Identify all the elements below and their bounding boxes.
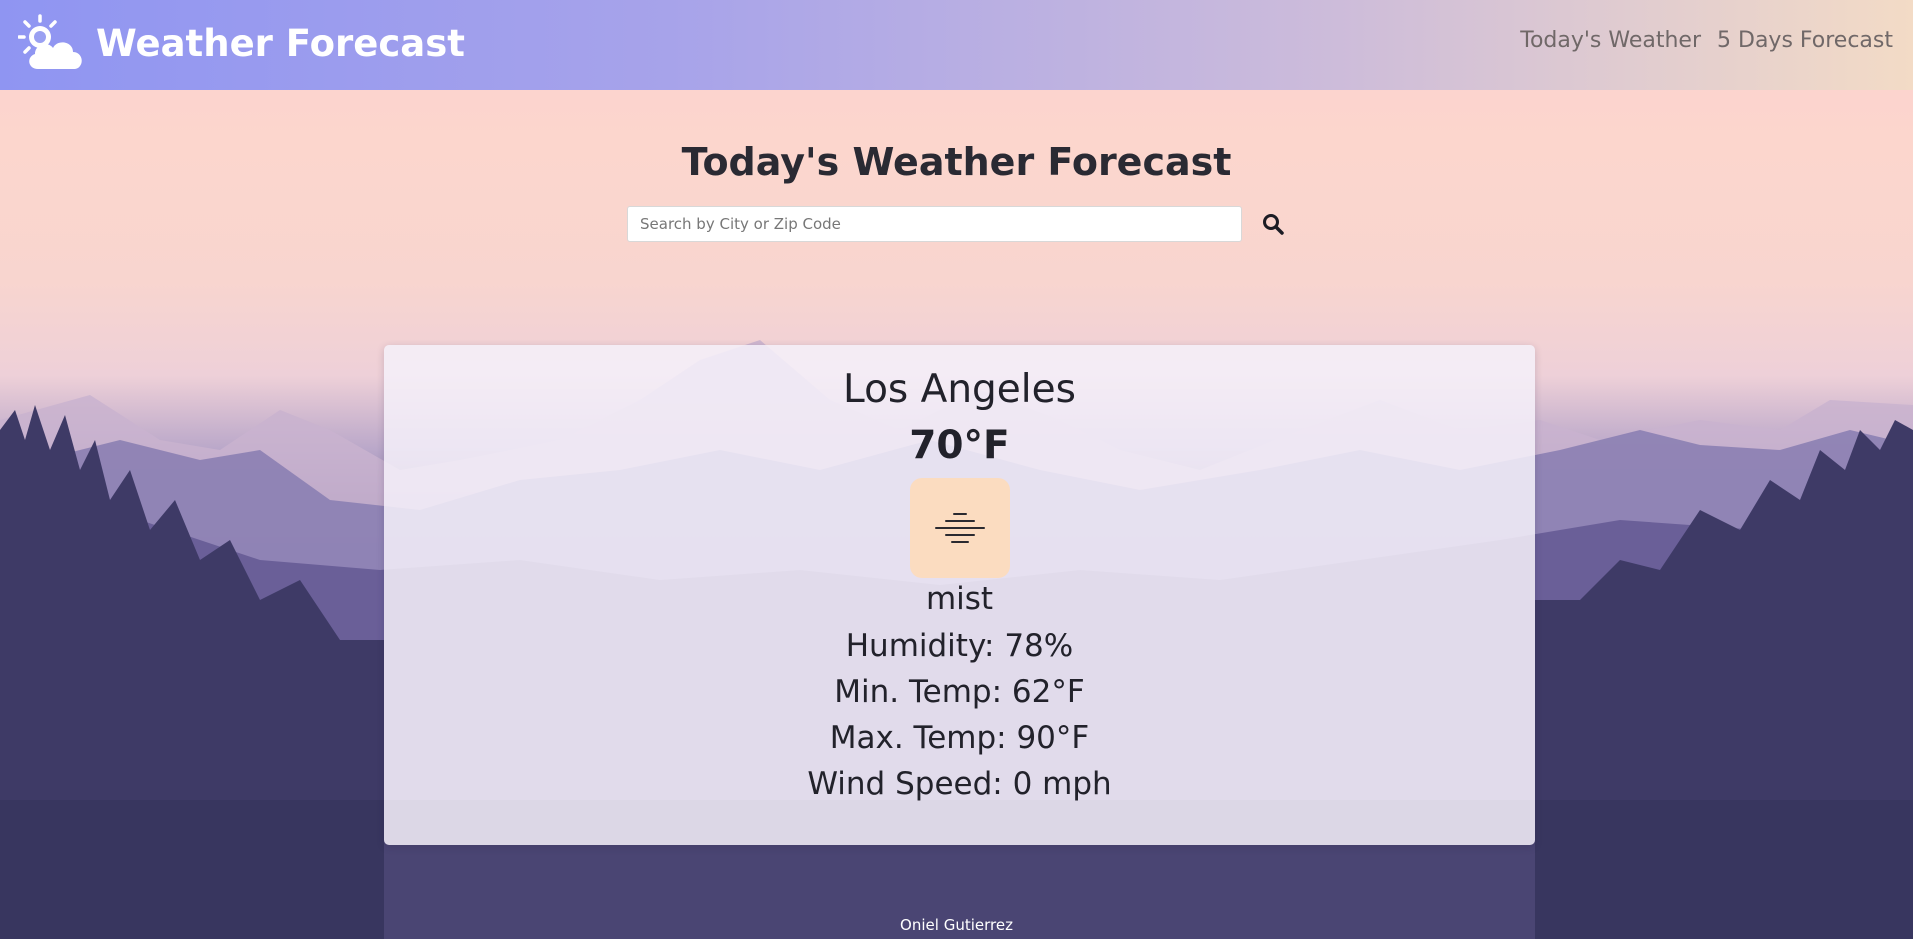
- weather-card: Los Angeles 70°F mist Humidity: 78% Min.…: [384, 345, 1535, 845]
- nav-link-todays-weather[interactable]: Today's Weather: [1520, 28, 1701, 53]
- wind-speed: Wind Speed: 0 mph: [807, 766, 1112, 802]
- min-temperature: Min. Temp: 62°F: [834, 674, 1085, 710]
- mist-icon: [935, 513, 985, 543]
- search-icon: [1263, 214, 1284, 235]
- city-name: Los Angeles: [843, 367, 1076, 412]
- weather-description: mist: [925, 581, 994, 617]
- current-temperature: 70°F: [909, 423, 1010, 468]
- nav-link-5-days-forecast[interactable]: 5 Days Forecast: [1717, 28, 1893, 53]
- navbar: Weather Forecast Today's Weather 5 Days …: [0, 0, 1913, 90]
- weather-icon-tile: [910, 478, 1010, 578]
- humidity: Humidity: 78%: [845, 628, 1074, 664]
- brand-title: Weather Forecast: [96, 21, 465, 65]
- search-button[interactable]: [1258, 209, 1288, 239]
- nav-links: Today's Weather 5 Days Forecast: [1520, 28, 1893, 53]
- footer-author: Oniel Gutierrez: [900, 916, 1013, 934]
- brand[interactable]: Weather Forecast: [18, 10, 465, 76]
- search-bar: [627, 206, 1288, 242]
- search-input[interactable]: [627, 206, 1242, 242]
- partly-cloudy-icon: [18, 14, 82, 69]
- page-title: Today's Weather Forecast: [681, 140, 1232, 184]
- max-temperature: Max. Temp: 90°F: [829, 720, 1090, 756]
